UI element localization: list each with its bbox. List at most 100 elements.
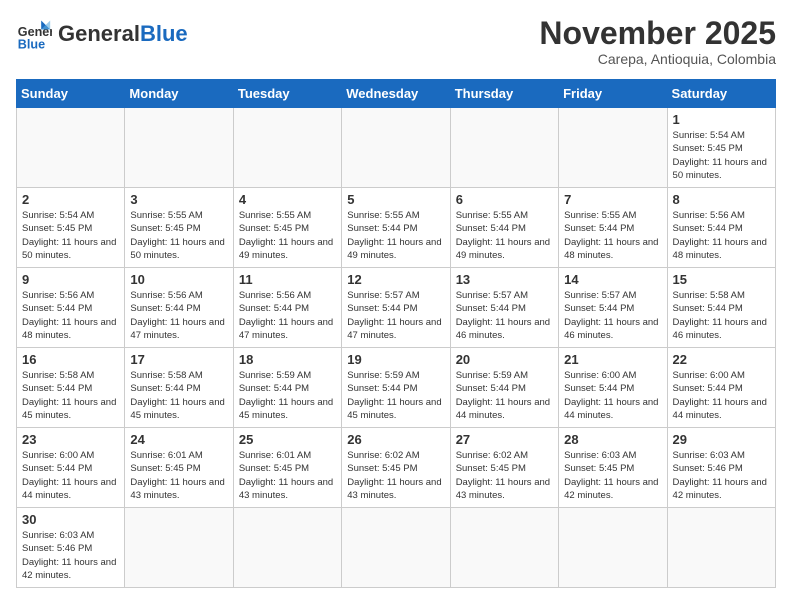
day-info-3: Sunrise: 5:55 AMSunset: 5:45 PMDaylight:… [130, 209, 227, 262]
calendar-row-1: 1 Sunrise: 5:54 AMSunset: 5:45 PMDayligh… [17, 108, 776, 188]
logo: General Blue GeneralBlue [16, 16, 188, 52]
col-tuesday: Tuesday [233, 80, 341, 108]
day-cell-10: 10 Sunrise: 5:56 AMSunset: 5:44 PMDaylig… [125, 268, 233, 348]
day-cell-7: 7 Sunrise: 5:55 AMSunset: 5:44 PMDayligh… [559, 188, 667, 268]
day-info-25: Sunrise: 6:01 AMSunset: 5:45 PMDaylight:… [239, 449, 336, 502]
day-number-9: 9 [22, 272, 119, 287]
day-info-26: Sunrise: 6:02 AMSunset: 5:45 PMDaylight:… [347, 449, 444, 502]
day-info-29: Sunrise: 6:03 AMSunset: 5:46 PMDaylight:… [673, 449, 770, 502]
day-number-24: 24 [130, 432, 227, 447]
day-cell-22: 22 Sunrise: 6:00 AMSunset: 5:44 PMDaylig… [667, 348, 775, 428]
calendar-table: Sunday Monday Tuesday Wednesday Thursday… [16, 79, 776, 588]
day-cell-14: 14 Sunrise: 5:57 AMSunset: 5:44 PMDaylig… [559, 268, 667, 348]
day-info-10: Sunrise: 5:56 AMSunset: 5:44 PMDaylight:… [130, 289, 227, 342]
day-info-30: Sunrise: 6:03 AMSunset: 5:46 PMDaylight:… [22, 529, 119, 582]
month-title: November 2025 [539, 16, 776, 51]
empty-cell [450, 108, 558, 188]
day-info-7: Sunrise: 5:55 AMSunset: 5:44 PMDaylight:… [564, 209, 661, 262]
day-info-2: Sunrise: 5:54 AMSunset: 5:45 PMDaylight:… [22, 209, 119, 262]
day-info-11: Sunrise: 5:56 AMSunset: 5:44 PMDaylight:… [239, 289, 336, 342]
day-info-24: Sunrise: 6:01 AMSunset: 5:45 PMDaylight:… [130, 449, 227, 502]
day-number-10: 10 [130, 272, 227, 287]
day-info-27: Sunrise: 6:02 AMSunset: 5:45 PMDaylight:… [456, 449, 553, 502]
svg-text:Blue: Blue [18, 37, 45, 51]
title-block: November 2025 Carepa, Antioquia, Colombi… [539, 16, 776, 67]
day-number-29: 29 [673, 432, 770, 447]
day-number-26: 26 [347, 432, 444, 447]
col-friday: Friday [559, 80, 667, 108]
col-monday: Monday [125, 80, 233, 108]
page-header: General Blue GeneralBlue November 2025 C… [16, 16, 776, 67]
day-info-19: Sunrise: 5:59 AMSunset: 5:44 PMDaylight:… [347, 369, 444, 422]
day-cell-13: 13 Sunrise: 5:57 AMSunset: 5:44 PMDaylig… [450, 268, 558, 348]
day-info-21: Sunrise: 6:00 AMSunset: 5:44 PMDaylight:… [564, 369, 661, 422]
empty-cell [559, 108, 667, 188]
day-number-1: 1 [673, 112, 770, 127]
empty-cell [342, 508, 450, 588]
empty-cell [125, 108, 233, 188]
day-cell-27: 27 Sunrise: 6:02 AMSunset: 5:45 PMDaylig… [450, 428, 558, 508]
calendar-row: 23 Sunrise: 6:00 AMSunset: 5:44 PMDaylig… [17, 428, 776, 508]
day-cell-12: 12 Sunrise: 5:57 AMSunset: 5:44 PMDaylig… [342, 268, 450, 348]
day-number-6: 6 [456, 192, 553, 207]
day-number-15: 15 [673, 272, 770, 287]
day-cell-25: 25 Sunrise: 6:01 AMSunset: 5:45 PMDaylig… [233, 428, 341, 508]
day-info-18: Sunrise: 5:59 AMSunset: 5:44 PMDaylight:… [239, 369, 336, 422]
day-number-22: 22 [673, 352, 770, 367]
day-info-6: Sunrise: 5:55 AMSunset: 5:44 PMDaylight:… [456, 209, 553, 262]
calendar-header-row: Sunday Monday Tuesday Wednesday Thursday… [17, 80, 776, 108]
day-cell-11: 11 Sunrise: 5:56 AMSunset: 5:44 PMDaylig… [233, 268, 341, 348]
day-cell-3: 3 Sunrise: 5:55 AMSunset: 5:45 PMDayligh… [125, 188, 233, 268]
day-cell-8: 8 Sunrise: 5:56 AMSunset: 5:44 PMDayligh… [667, 188, 775, 268]
location: Carepa, Antioquia, Colombia [539, 51, 776, 67]
empty-cell [233, 508, 341, 588]
day-number-18: 18 [239, 352, 336, 367]
day-cell-28: 28 Sunrise: 6:03 AMSunset: 5:45 PMDaylig… [559, 428, 667, 508]
day-cell-21: 21 Sunrise: 6:00 AMSunset: 5:44 PMDaylig… [559, 348, 667, 428]
empty-cell [450, 508, 558, 588]
day-number-3: 3 [130, 192, 227, 207]
day-info-14: Sunrise: 5:57 AMSunset: 5:44 PMDaylight:… [564, 289, 661, 342]
day-cell-1: 1 Sunrise: 5:54 AMSunset: 5:45 PMDayligh… [667, 108, 775, 188]
col-saturday: Saturday [667, 80, 775, 108]
day-cell-19: 19 Sunrise: 5:59 AMSunset: 5:44 PMDaylig… [342, 348, 450, 428]
day-cell-20: 20 Sunrise: 5:59 AMSunset: 5:44 PMDaylig… [450, 348, 558, 428]
day-cell-30: 30 Sunrise: 6:03 AMSunset: 5:46 PMDaylig… [17, 508, 125, 588]
day-info-28: Sunrise: 6:03 AMSunset: 5:45 PMDaylight:… [564, 449, 661, 502]
day-number-5: 5 [347, 192, 444, 207]
day-number-12: 12 [347, 272, 444, 287]
day-cell-4: 4 Sunrise: 5:55 AMSunset: 5:45 PMDayligh… [233, 188, 341, 268]
day-number-27: 27 [456, 432, 553, 447]
empty-cell [233, 108, 341, 188]
logo-icon: General Blue [16, 16, 52, 52]
day-number-4: 4 [239, 192, 336, 207]
day-info-22: Sunrise: 6:00 AMSunset: 5:44 PMDaylight:… [673, 369, 770, 422]
col-sunday: Sunday [17, 80, 125, 108]
empty-cell [667, 508, 775, 588]
day-number-20: 20 [456, 352, 553, 367]
calendar-row: 9 Sunrise: 5:56 AMSunset: 5:44 PMDayligh… [17, 268, 776, 348]
day-number-30: 30 [22, 512, 119, 527]
day-info-9: Sunrise: 5:56 AMSunset: 5:44 PMDaylight:… [22, 289, 119, 342]
day-cell-9: 9 Sunrise: 5:56 AMSunset: 5:44 PMDayligh… [17, 268, 125, 348]
day-number-21: 21 [564, 352, 661, 367]
day-cell-26: 26 Sunrise: 6:02 AMSunset: 5:45 PMDaylig… [342, 428, 450, 508]
day-info-23: Sunrise: 6:00 AMSunset: 5:44 PMDaylight:… [22, 449, 119, 502]
day-cell-17: 17 Sunrise: 5:58 AMSunset: 5:44 PMDaylig… [125, 348, 233, 428]
day-info-17: Sunrise: 5:58 AMSunset: 5:44 PMDaylight:… [130, 369, 227, 422]
day-number-13: 13 [456, 272, 553, 287]
day-number-19: 19 [347, 352, 444, 367]
day-info-1: Sunrise: 5:54 AMSunset: 5:45 PMDaylight:… [673, 129, 770, 182]
day-info-16: Sunrise: 5:58 AMSunset: 5:44 PMDaylight:… [22, 369, 119, 422]
empty-cell [559, 508, 667, 588]
empty-cell [125, 508, 233, 588]
day-number-14: 14 [564, 272, 661, 287]
day-info-15: Sunrise: 5:58 AMSunset: 5:44 PMDaylight:… [673, 289, 770, 342]
day-cell-2: 2 Sunrise: 5:54 AMSunset: 5:45 PMDayligh… [17, 188, 125, 268]
day-number-11: 11 [239, 272, 336, 287]
day-cell-29: 29 Sunrise: 6:03 AMSunset: 5:46 PMDaylig… [667, 428, 775, 508]
calendar-row: 2 Sunrise: 5:54 AMSunset: 5:45 PMDayligh… [17, 188, 776, 268]
day-cell-6: 6 Sunrise: 5:55 AMSunset: 5:44 PMDayligh… [450, 188, 558, 268]
day-info-12: Sunrise: 5:57 AMSunset: 5:44 PMDaylight:… [347, 289, 444, 342]
day-number-16: 16 [22, 352, 119, 367]
